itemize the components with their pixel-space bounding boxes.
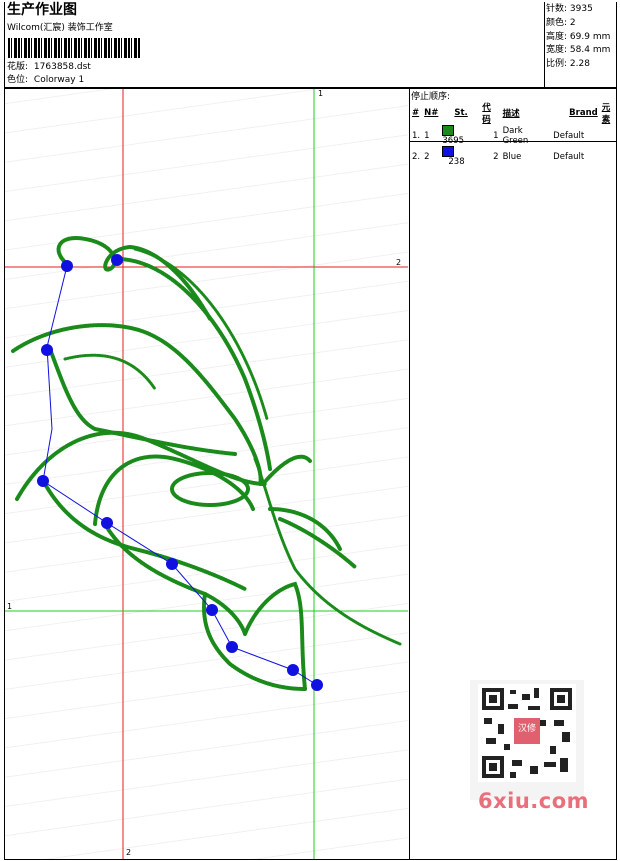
stat-width: 宽度: 58.4 mm xyxy=(546,44,610,58)
row-n: 1 xyxy=(424,130,430,141)
stat-width-value: 58.4 mm xyxy=(569,45,611,56)
colorway-label: 色位: Colorway 1 xyxy=(7,75,84,86)
row-stitches-value: 238 xyxy=(448,157,465,167)
design-label: 花版: 1763858.dst xyxy=(7,62,91,73)
table-row: 1. 1 3695 1 Dark Green Default xyxy=(410,125,620,146)
barcode xyxy=(8,38,140,58)
design-frame xyxy=(4,88,410,860)
row-index: 1. xyxy=(412,130,421,141)
row-stitches-value: 3695 xyxy=(442,136,465,146)
company-name: Wilcom(汇宸) 装饰工作室 xyxy=(7,23,113,33)
stat-colors-value: 2 xyxy=(569,17,576,28)
colorway-label-text: 色位: xyxy=(7,75,29,85)
row-desc: Dark Green xyxy=(502,125,529,146)
design-label-text: 花版: xyxy=(7,62,29,72)
stat-colors-label: 颜色: xyxy=(546,17,568,28)
table-row: 2. 2 238 2 Blue Default xyxy=(410,146,620,167)
stat-ratio-value: 2.28 xyxy=(569,59,590,70)
page-title: 生产作业图 xyxy=(7,2,77,18)
col-stitches: St. xyxy=(454,108,468,118)
qr-badge-text: 汉修 xyxy=(517,724,536,734)
stat-width-label: 宽度: xyxy=(546,45,568,56)
row-code: 2 xyxy=(493,151,499,162)
colorway-value: Colorway 1 xyxy=(33,75,85,85)
stat-stitches-label: 针数: xyxy=(546,4,568,14)
stat-height-label: 高度: xyxy=(546,31,568,42)
stop-sequence-table: # N# St. 代码 描述 Brand 元素 1. 1 3695 1 Dark… xyxy=(410,101,620,167)
watermark-text: 6xiu.com xyxy=(478,789,590,813)
stat-height: 高度: 69.9 mm xyxy=(546,31,610,45)
row-element xyxy=(600,146,620,167)
col-index: # xyxy=(412,108,420,118)
col-code: 代码 xyxy=(482,103,491,125)
qr-code: 汉修 xyxy=(470,680,584,800)
stat-stitches-value: 3935 xyxy=(569,4,593,14)
stat-ratio: 比例: 2.28 xyxy=(546,58,610,72)
col-n: N# xyxy=(424,108,439,118)
stat-colors: 颜色: 2 xyxy=(546,17,610,31)
row-index: 2. xyxy=(412,151,421,162)
col-element: 元素 xyxy=(601,103,611,125)
col-desc: 描述 xyxy=(502,109,520,119)
stat-height-value: 69.9 mm xyxy=(569,31,611,42)
stats-divider xyxy=(544,2,545,88)
row-stitches: 238 xyxy=(440,146,480,167)
stop-table-header: # N# St. 代码 描述 Brand 元素 xyxy=(410,101,620,125)
col-brand: Brand xyxy=(569,108,598,118)
design-file: 1763858.dst xyxy=(33,62,91,72)
row-element xyxy=(600,125,620,146)
stat-ratio-label: 比例: xyxy=(546,59,568,70)
stats-panel: 针数: 3935 颜色: 2 高度: 69.9 mm 宽度: 58.4 mm 比… xyxy=(546,3,610,72)
row-brand: Default xyxy=(553,130,585,141)
stat-stitches: 针数: 3935 xyxy=(546,3,610,17)
row-desc: Blue xyxy=(502,151,522,162)
row-n: 2 xyxy=(424,151,430,162)
color-swatch xyxy=(442,125,455,136)
row-stitches: 3695 xyxy=(440,125,480,146)
color-swatch xyxy=(442,146,455,157)
row-code: 1 xyxy=(493,130,499,141)
qr-code-graphic xyxy=(478,684,576,782)
row-brand: Default xyxy=(553,151,585,162)
